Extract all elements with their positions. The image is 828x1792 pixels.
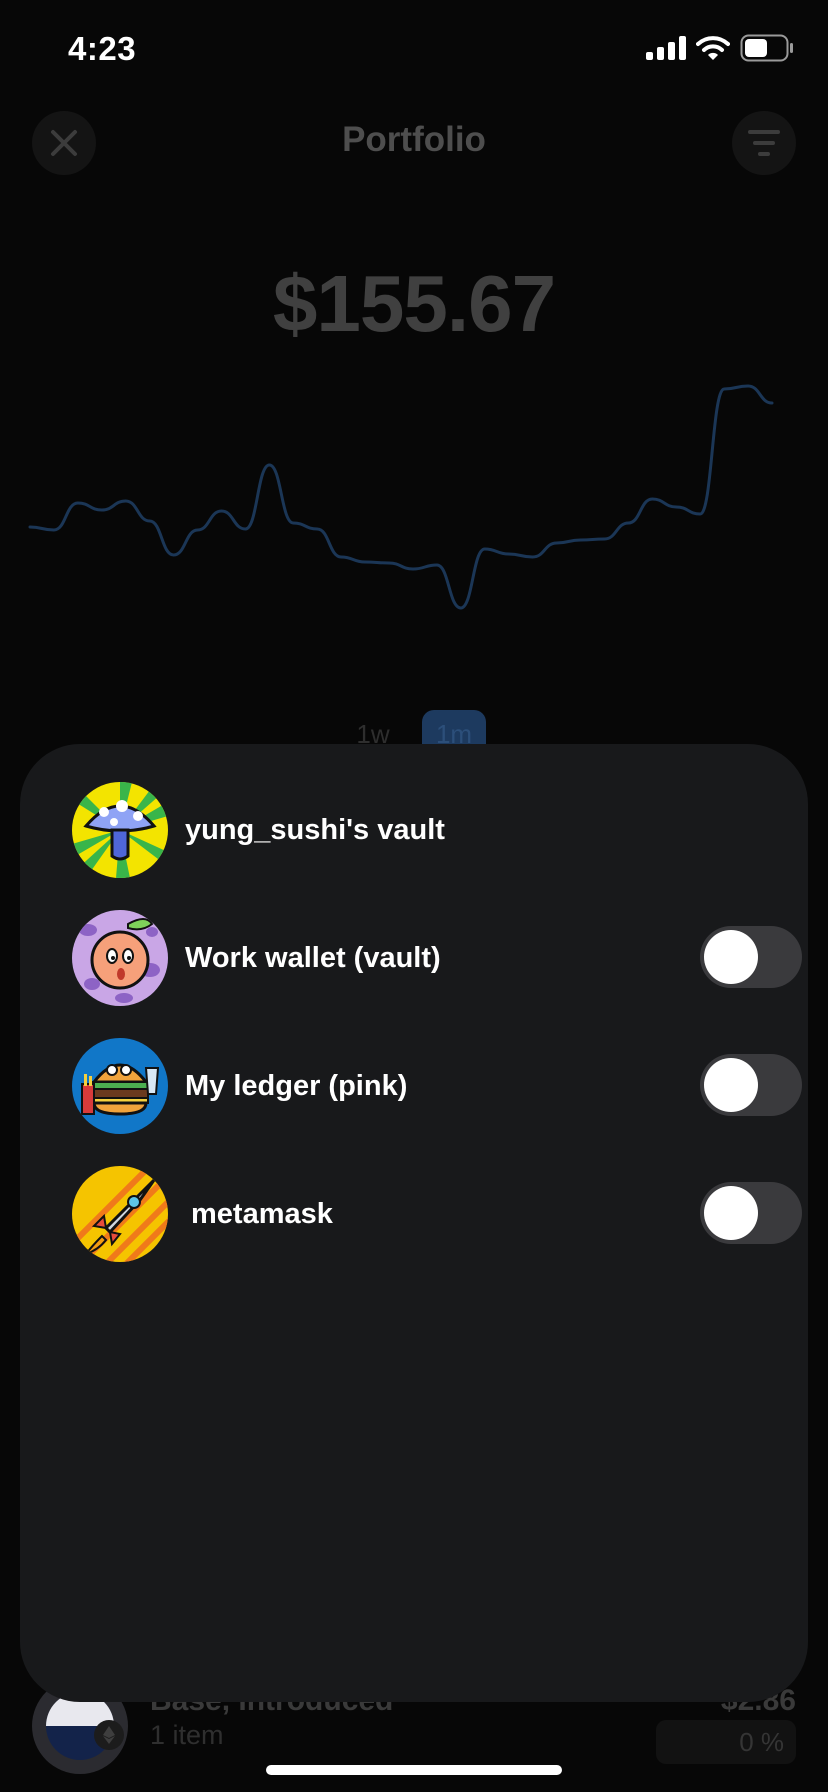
battery-icon	[740, 34, 793, 62]
account-sheet: yung_sushi's vault Work wallet (vault) M…	[20, 744, 808, 1702]
account-row-work-wallet[interactable]: Work wallet (vault)	[72, 910, 802, 1006]
filter-icon	[748, 130, 780, 156]
burger-avatar	[72, 1038, 168, 1134]
asset-change-badge: 0 %	[656, 1720, 796, 1764]
toggle-knob	[704, 930, 758, 984]
ethereum-icon	[94, 1720, 124, 1750]
rocket-avatar	[72, 1166, 168, 1262]
account-row-metamask[interactable]: metamask	[72, 1166, 802, 1262]
filter-button[interactable]	[732, 111, 796, 175]
toggle-knob	[704, 1058, 758, 1112]
toggle-knob	[704, 1186, 758, 1240]
status-icons	[646, 34, 794, 62]
asset-row[interactable]: Base, Introduced 1 item $2.86 0 %	[0, 1678, 828, 1792]
account-name: yung_sushi's vault	[185, 814, 445, 846]
status-bar: 4:23	[0, 0, 828, 100]
account-name: Work wallet (vault)	[185, 942, 441, 974]
asset-subtitle: 1 item	[150, 1720, 224, 1750]
account-name: metamask	[191, 1198, 333, 1230]
portfolio-chart	[28, 384, 774, 610]
home-indicator	[266, 1765, 562, 1775]
account-toggle[interactable]	[700, 1182, 802, 1244]
account-toggle[interactable]	[700, 1054, 802, 1116]
account-toggle[interactable]	[700, 926, 802, 988]
peach-avatar	[72, 910, 168, 1006]
chart-series-line	[28, 384, 774, 610]
wifi-icon	[696, 36, 730, 60]
page-title: Portfolio	[342, 120, 486, 159]
cellular-signal-icon	[646, 36, 686, 60]
status-time: 4:23	[68, 30, 137, 67]
mushroom-avatar	[72, 782, 168, 878]
account-name: My ledger (pink)	[185, 1070, 408, 1102]
account-row-yung-sushi[interactable]: yung_sushi's vault	[72, 782, 802, 878]
portfolio-value: $155.67	[272, 259, 556, 348]
account-row-my-ledger[interactable]: My ledger (pink)	[72, 1038, 802, 1134]
